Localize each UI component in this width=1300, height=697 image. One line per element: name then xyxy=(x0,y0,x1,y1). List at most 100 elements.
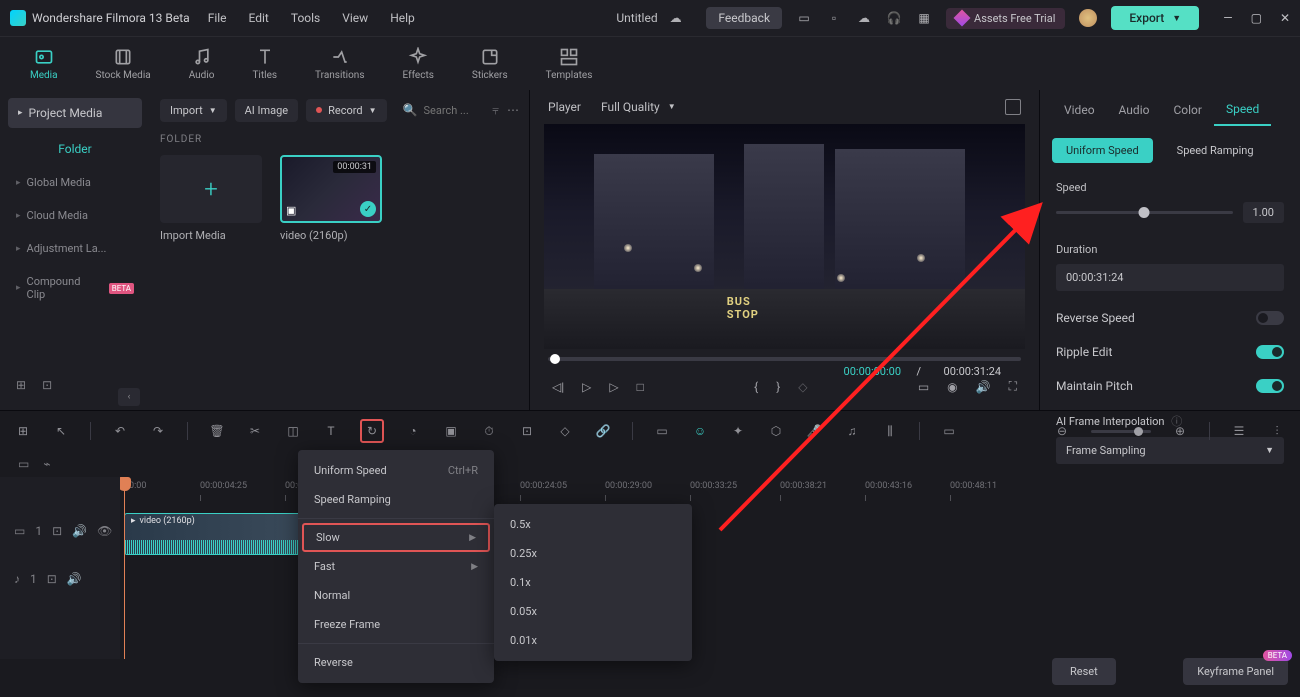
search-box[interactable]: 🔍 xyxy=(395,98,485,122)
sidebar-cloud-media[interactable]: ▸Cloud Media xyxy=(8,199,142,232)
tab-stock-media[interactable]: Stock Media xyxy=(96,47,151,81)
display-icon[interactable]: ▭ xyxy=(918,380,929,394)
mic-icon[interactable]: 🎤 xyxy=(805,422,823,440)
mark-in-button[interactable]: { xyxy=(754,380,758,394)
sidebar-global-media[interactable]: ▸Global Media xyxy=(8,166,142,199)
shield-icon[interactable]: ⬡ xyxy=(767,422,785,440)
tab-transitions[interactable]: Transitions xyxy=(315,47,364,81)
props-tab-audio[interactable]: Audio xyxy=(1107,95,1162,125)
subtab-uniform-speed[interactable]: Uniform Speed xyxy=(1052,138,1153,163)
timeline-ruler[interactable]: 00:00 00:00:04:25 00:00 00:00:24:05 00:0… xyxy=(120,477,1300,507)
ctx-reverse[interactable]: Reverse xyxy=(298,648,494,677)
collapse-sidebar-button[interactable]: ‹ xyxy=(118,388,140,406)
crop-button[interactable]: ◫ xyxy=(284,422,302,440)
reverse-speed-toggle[interactable] xyxy=(1256,311,1284,325)
menu-file[interactable]: File xyxy=(208,11,227,25)
media-thumbnail[interactable]: 00:00:31 ▣ ✓ xyxy=(280,155,382,223)
snapshot-icon[interactable] xyxy=(1005,99,1021,115)
reset-button[interactable]: Reset xyxy=(1052,658,1116,685)
more-icon[interactable]: ⋯ xyxy=(507,103,519,117)
progress-bar[interactable] xyxy=(548,357,1021,361)
pointer-icon[interactable]: ↖ xyxy=(52,422,70,440)
new-bin-icon[interactable]: ⊡ xyxy=(42,378,52,392)
save-icon[interactable]: ▫ xyxy=(826,10,842,26)
quality-select[interactable]: Full Quality▼ xyxy=(601,100,676,114)
menu-tools[interactable]: Tools xyxy=(291,11,320,25)
fullscreen-icon[interactable]: ⛶ xyxy=(1009,379,1017,394)
group-icon[interactable]: ▭ xyxy=(653,422,671,440)
folder-tab[interactable]: Folder xyxy=(8,136,142,166)
speed-value[interactable]: 1.00 xyxy=(1243,202,1284,223)
speed-button[interactable]: ↻ xyxy=(360,419,384,443)
timer-icon[interactable]: ⏱ xyxy=(480,422,498,440)
video-preview[interactable]: BUSSTOP xyxy=(544,124,1025,349)
duration-value[interactable]: 00:00:31:24 xyxy=(1056,264,1284,291)
import-media-tile[interactable]: + xyxy=(160,155,262,223)
record-button[interactable]: Record▼ xyxy=(306,99,386,122)
layout-icon[interactable]: ⊞ xyxy=(14,422,32,440)
search-input[interactable] xyxy=(424,104,477,117)
ctx-uniform-speed[interactable]: Uniform SpeedCtrl+R xyxy=(298,456,494,485)
new-folder-icon[interactable]: ⊞ xyxy=(16,378,26,392)
props-tab-color[interactable]: Color xyxy=(1161,95,1213,125)
playhead[interactable] xyxy=(124,477,125,659)
tag-icon[interactable]: ◇ xyxy=(556,422,574,440)
cut-button[interactable]: ✂ xyxy=(246,422,264,440)
sidebar-compound-clip[interactable]: ▸Compound ClipBETA xyxy=(8,265,142,311)
mute-video-icon[interactable]: 🔊 xyxy=(72,524,87,538)
video-clip[interactable]: ▸video (2160p) xyxy=(124,513,304,555)
delete-button[interactable]: 🗑 xyxy=(208,422,226,440)
prev-frame-button[interactable]: ◁| xyxy=(552,380,564,394)
import-button[interactable]: Import▼ xyxy=(160,99,227,122)
keyframe-button[interactable]: ▣ xyxy=(442,422,460,440)
subtab-speed-ramping[interactable]: Speed Ramping xyxy=(1163,138,1268,163)
filter-icon[interactable]: ⫧ xyxy=(492,103,499,118)
camera-icon[interactable]: ◉ xyxy=(947,380,957,394)
project-media-header[interactable]: ▸Project Media xyxy=(8,98,142,128)
ctx-slow[interactable]: Slow▶ xyxy=(302,523,490,552)
speed-slider[interactable] xyxy=(1056,211,1233,214)
play-backward-button[interactable]: ▷ xyxy=(582,380,591,394)
mixer-icon[interactable]: ⫼ xyxy=(881,422,899,440)
mute-audio-icon[interactable]: 🔊 xyxy=(67,572,82,586)
tab-audio[interactable]: Audio xyxy=(189,47,215,81)
render-icon[interactable]: ▭ xyxy=(940,422,958,440)
marker-icon[interactable]: ◇ xyxy=(798,380,807,394)
close-button[interactable]: ✕ xyxy=(1280,11,1290,25)
text-button[interactable]: T xyxy=(322,422,340,440)
audio-track-header[interactable]: ♪ 1 ⊡ 🔊 xyxy=(0,555,120,603)
keyframe-panel-button[interactable]: Keyframe Panel BETA xyxy=(1183,658,1288,685)
link-icon[interactable]: 🔗 xyxy=(594,422,612,440)
eye-icon[interactable]: 👁 xyxy=(97,524,112,538)
frame-interpolation-select[interactable]: Frame Sampling▼ xyxy=(1056,437,1284,464)
settings-icon[interactable]: ⫶ xyxy=(1268,422,1286,440)
tab-media[interactable]: Media xyxy=(30,47,58,81)
video-track-header[interactable]: ▭ 1 ⊡ 🔊 👁 xyxy=(0,507,120,555)
ai-image-button[interactable]: AI Image xyxy=(235,99,299,122)
props-tab-speed[interactable]: Speed xyxy=(1214,94,1271,126)
ctx-fast[interactable]: Fast▶ xyxy=(298,552,494,581)
tab-stickers[interactable]: Stickers xyxy=(472,47,508,81)
props-tab-video[interactable]: Video xyxy=(1052,95,1107,125)
stop-button[interactable]: □ xyxy=(637,380,644,394)
ctx-normal[interactable]: Normal xyxy=(298,581,494,610)
speed-0-01x[interactable]: 0.01x xyxy=(494,626,692,655)
speed-slider-handle[interactable] xyxy=(1139,207,1150,218)
maximize-button[interactable]: ▢ xyxy=(1251,11,1262,25)
menu-view[interactable]: View xyxy=(342,11,368,25)
tab-templates[interactable]: Templates xyxy=(546,47,593,81)
minimize-button[interactable]: ― xyxy=(1223,11,1232,25)
cloud-sync-icon[interactable]: ☁ xyxy=(668,10,684,26)
speed-0-5x[interactable]: 0.5x xyxy=(494,510,692,539)
avatar-icon[interactable] xyxy=(1079,9,1097,27)
mark-out-button[interactable]: } xyxy=(776,380,780,394)
speed-0-05x[interactable]: 0.05x xyxy=(494,597,692,626)
magnet-icon[interactable]: ⌁ xyxy=(43,457,50,471)
sidebar-adjustment-layer[interactable]: ▸Adjustment La... xyxy=(8,232,142,265)
speed-0-25x[interactable]: 0.25x xyxy=(494,539,692,568)
export-button[interactable]: Export▼ xyxy=(1111,6,1199,30)
tab-titles[interactable]: Titles xyxy=(252,47,277,81)
menu-help[interactable]: Help xyxy=(390,11,415,25)
speed-0-1x[interactable]: 0.1x xyxy=(494,568,692,597)
menu-edit[interactable]: Edit xyxy=(249,11,269,25)
